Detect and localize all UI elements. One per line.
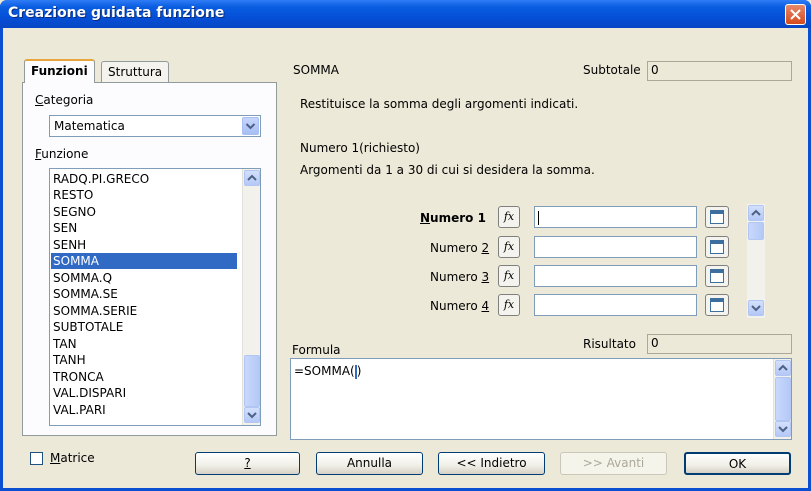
argument-scrollbar[interactable]	[747, 204, 765, 318]
scroll-up-button[interactable]	[775, 360, 791, 376]
back-button[interactable]: << Indietro	[438, 452, 545, 475]
arg-3-fx-button[interactable]: fx	[498, 265, 520, 287]
formula-editor[interactable]: =SOMMA()	[290, 358, 792, 440]
category-dropdown-button[interactable]	[242, 117, 259, 135]
next-button[interactable]: >> Avanti	[560, 452, 667, 475]
fx-icon: fx	[503, 269, 515, 282]
argument-title: Numero 1(richiesto)	[300, 141, 420, 155]
chevron-up-icon	[247, 174, 257, 181]
formula-text: =SOMMA()	[294, 364, 361, 379]
cancel-button-label: Annulla	[346, 456, 393, 470]
arg-3-label: Numero 3	[430, 270, 490, 284]
list-item[interactable]: RESTO	[51, 187, 237, 203]
scroll-up-button[interactable]	[748, 205, 764, 221]
list-item[interactable]: SUBTOTALE	[51, 319, 237, 335]
arg-4-label: Numero 4	[430, 299, 490, 313]
list-item[interactable]: SOMMA.Q	[51, 270, 237, 286]
arg-4-shrink-button[interactable]	[705, 294, 729, 316]
text-caret	[538, 210, 539, 225]
arg-2-fx-button[interactable]: fx	[498, 236, 520, 258]
list-item[interactable]: TANH	[51, 352, 237, 368]
arg-1-value	[538, 210, 539, 225]
formula-scrollbar[interactable]	[773, 359, 791, 439]
subtotal-field: 0	[647, 61, 792, 81]
result-label: Risultato	[583, 337, 636, 351]
scroll-thumb[interactable]	[748, 222, 764, 240]
arg-2-input[interactable]	[534, 236, 697, 258]
chevron-up-icon	[778, 364, 788, 371]
chevron-down-icon	[247, 412, 257, 419]
result-field: 0	[647, 334, 792, 354]
chevron-down-icon	[778, 426, 788, 433]
function-wizard-window: Creazione guidata funzione Funzioni Stru…	[0, 0, 811, 491]
formula-text-before-caret: =SOMMA(	[294, 364, 355, 378]
list-item[interactable]: SOMMA.SERIE	[51, 303, 237, 319]
formula-label: Formula	[292, 343, 341, 357]
scroll-down-button[interactable]	[775, 421, 791, 437]
arg-1-shrink-button[interactable]	[705, 206, 729, 228]
list-item-selected[interactable]: SOMMA	[51, 253, 237, 269]
tab-structure[interactable]: Struttura	[101, 61, 170, 82]
function-list-scrollbar[interactable]	[242, 169, 260, 425]
fx-icon: fx	[503, 210, 515, 223]
list-item[interactable]: VAL.PARI	[51, 402, 237, 418]
function-label: Funzione	[35, 147, 89, 161]
shrink-icon	[710, 240, 724, 254]
tab-structure-label: Struttura	[108, 65, 163, 79]
subtotal-label: Subtotale	[583, 63, 641, 77]
scroll-down-button[interactable]	[244, 407, 260, 423]
scroll-down-button[interactable]	[748, 300, 764, 316]
formula-text-after-caret: )	[356, 364, 362, 378]
shrink-icon	[710, 269, 724, 283]
list-item[interactable]: SEGNO	[51, 204, 237, 220]
tab-functions[interactable]: Funzioni	[24, 59, 95, 83]
arg-1-input[interactable]	[534, 206, 697, 228]
help-button[interactable]: ?	[195, 452, 300, 475]
fx-icon: fx	[503, 240, 515, 253]
ok-button-label: OK	[728, 457, 747, 471]
arg-1-label: Numero 1	[420, 211, 486, 225]
scroll-thumb[interactable]	[775, 377, 791, 421]
list-item[interactable]: RADQ.PI.GRECO	[51, 171, 237, 187]
arg-4-fx-button[interactable]: fx	[498, 294, 520, 316]
arg-1-fx-button[interactable]: fx	[498, 206, 520, 228]
help-button-label: ?	[244, 456, 251, 470]
list-item[interactable]: VAL.DISPARI	[51, 385, 237, 401]
arg-2-label: Numero 2	[430, 241, 490, 255]
shrink-icon	[710, 298, 724, 312]
result-value: 0	[651, 336, 659, 350]
next-button-label: >> Avanti	[582, 456, 645, 470]
tab-functions-label: Funzioni	[31, 64, 88, 78]
scroll-thumb[interactable]	[244, 355, 260, 407]
chevron-down-icon	[245, 123, 256, 130]
matrix-label: Matrice	[50, 451, 95, 465]
chevron-down-icon	[751, 305, 761, 312]
list-item[interactable]: TRONCA	[51, 369, 237, 385]
scroll-up-button[interactable]	[244, 170, 260, 186]
arg-3-input[interactable]	[534, 265, 697, 287]
arg-4-input[interactable]	[534, 294, 697, 316]
category-combobox[interactable]: Matematica	[49, 115, 261, 137]
matrix-checkbox[interactable]	[30, 452, 43, 465]
function-name: SOMMA	[293, 63, 339, 77]
list-item[interactable]: SOMMA.SE	[51, 286, 237, 302]
subtotal-value: 0	[651, 63, 659, 77]
fx-icon: fx	[503, 298, 515, 311]
back-button-label: << Indietro	[456, 456, 527, 470]
ok-button[interactable]: OK	[684, 452, 791, 475]
list-item[interactable]: SENH	[51, 237, 237, 253]
arg-3-shrink-button[interactable]	[705, 265, 729, 287]
function-description: Restituisce la somma degli argomenti ind…	[300, 97, 579, 111]
shrink-icon	[710, 210, 724, 224]
argument-description: Argomenti da 1 a 30 di cui si desidera l…	[300, 163, 595, 177]
category-value: Matematica	[54, 119, 125, 133]
chevron-up-icon	[751, 209, 761, 216]
category-label: Categoria	[35, 93, 94, 107]
cancel-button[interactable]: Annulla	[316, 452, 423, 475]
list-item[interactable]: TAN	[51, 336, 237, 352]
dialog-client: Funzioni Struttura Categoria Matematica …	[0, 0, 811, 491]
arg-2-shrink-button[interactable]	[705, 236, 729, 258]
list-item[interactable]: SEN	[51, 220, 237, 236]
function-listbox[interactable]: RADQ.PI.GRECO RESTO SEGNO SEN SENH SOMMA…	[49, 168, 261, 426]
